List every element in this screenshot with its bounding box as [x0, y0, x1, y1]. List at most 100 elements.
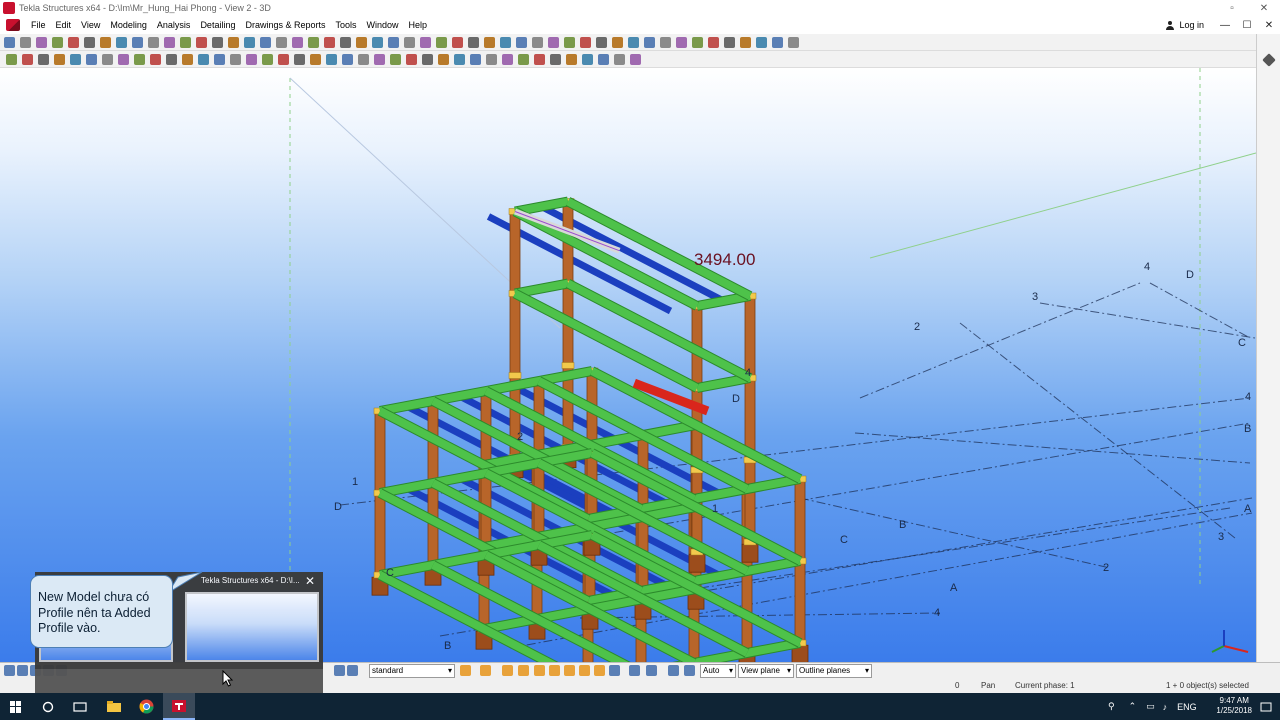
toolbar-tool-icon[interactable]: [486, 54, 497, 65]
toolbar-tool-icon[interactable]: [500, 37, 511, 48]
toolbar-tool-icon[interactable]: [628, 37, 639, 48]
toolbar-tool-icon[interactable]: [198, 54, 209, 65]
toolbar-tool-icon[interactable]: [484, 37, 495, 48]
toolbar-tool-icon[interactable]: [676, 37, 687, 48]
toolbar-tool-icon[interactable]: [438, 54, 449, 65]
toolbar-tool-icon[interactable]: [388, 37, 399, 48]
bottom-toolbar-icon[interactable]: [594, 665, 605, 676]
toolbar-tool-icon[interactable]: [580, 37, 591, 48]
minimize-icon[interactable]: —: [1214, 16, 1236, 34]
toolbar-tool-icon[interactable]: [756, 37, 767, 48]
toolbar-tool-icon[interactable]: [86, 54, 97, 65]
bottom-toolbar-icon[interactable]: [4, 665, 15, 676]
tekla-taskbar-button[interactable]: [163, 693, 195, 720]
toolbar-tool-icon[interactable]: [374, 54, 385, 65]
toolbar-tool-icon[interactable]: [102, 54, 113, 65]
search-button[interactable]: [32, 693, 64, 720]
toolbar-tool-icon[interactable]: [598, 54, 609, 65]
menu-drawings-reports[interactable]: Drawings & Reports: [240, 16, 330, 34]
toolbar-tool-icon[interactable]: [310, 54, 321, 65]
bottom-toolbar-icon[interactable]: [334, 665, 345, 676]
toolbar-tool-icon[interactable]: [292, 37, 303, 48]
toolbar-tool-icon[interactable]: [660, 37, 671, 48]
menu-tools[interactable]: Tools: [331, 16, 362, 34]
menu-window[interactable]: Window: [362, 16, 404, 34]
toolbar-tool-icon[interactable]: [262, 54, 273, 65]
toolbar-tool-icon[interactable]: [644, 37, 655, 48]
toolbar-tool-icon[interactable]: [788, 37, 799, 48]
menu-analysis[interactable]: Analysis: [152, 16, 196, 34]
toolbar-tool-icon[interactable]: [84, 37, 95, 48]
login-button[interactable]: Log in: [1166, 20, 1204, 30]
bottom-toolbar-icon[interactable]: [646, 665, 657, 676]
toolbar-tool-icon[interactable]: [214, 54, 225, 65]
task-view-button[interactable]: [64, 693, 96, 720]
bottom-toolbar-icon[interactable]: [668, 665, 679, 676]
toolbar-tool-icon[interactable]: [436, 37, 447, 48]
bottom-toolbar-icon[interactable]: [347, 665, 358, 676]
close-icon[interactable]: ✕: [1252, 0, 1276, 16]
toolbar-tool-icon[interactable]: [308, 37, 319, 48]
toolbar-tool-icon[interactable]: [772, 37, 783, 48]
bottom-toolbar-icon[interactable]: [629, 665, 640, 676]
bottom-toolbar-icon[interactable]: [460, 665, 471, 676]
bottom-toolbar-icon[interactable]: [609, 665, 620, 676]
menu-edit[interactable]: Edit: [51, 16, 77, 34]
menu-file[interactable]: File: [26, 16, 51, 34]
toolbar-tool-icon[interactable]: [582, 54, 593, 65]
outline-mode-dropdown[interactable]: Outline planes ▾: [796, 664, 872, 678]
toolbar-tool-icon[interactable]: [38, 54, 49, 65]
toolbar-tool-icon[interactable]: [356, 37, 367, 48]
toolbar-tool-icon[interactable]: [518, 54, 529, 65]
toolbar-tool-icon[interactable]: [4, 37, 15, 48]
bottom-toolbar-icon[interactable]: [549, 665, 560, 676]
toolbar-tool-icon[interactable]: [212, 37, 223, 48]
toolbar-tool-icon[interactable]: [566, 54, 577, 65]
toolbar-tool-icon[interactable]: [100, 37, 111, 48]
toolbar-tool-icon[interactable]: [54, 54, 65, 65]
toolbar-tool-icon[interactable]: [372, 37, 383, 48]
plane-mode-dropdown[interactable]: View plane ▾: [738, 664, 794, 678]
toolbar-tool-icon[interactable]: [36, 37, 47, 48]
toolbar-tool-icon[interactable]: [278, 54, 289, 65]
window-thumbnail-2[interactable]: [185, 592, 319, 662]
menu-view[interactable]: View: [76, 16, 105, 34]
toolbar-tool-icon[interactable]: [276, 37, 287, 48]
snap-mode-dropdown[interactable]: Auto ▾: [700, 664, 736, 678]
bottom-toolbar-icon[interactable]: [17, 665, 28, 676]
toolbar-tool-icon[interactable]: [532, 37, 543, 48]
selection-filter-dropdown[interactable]: standard ▾: [369, 664, 455, 678]
toolbar-tool-icon[interactable]: [246, 54, 257, 65]
toolbar-tool-icon[interactable]: [22, 54, 33, 65]
chevron-up-icon[interactable]: ⌃: [1129, 701, 1137, 712]
toolbar-tool-icon[interactable]: [452, 37, 463, 48]
file-explorer-button[interactable]: [98, 693, 130, 720]
toolbar-tool-icon[interactable]: [132, 37, 143, 48]
toolbar-tool-icon[interactable]: [230, 54, 241, 65]
restore-icon[interactable]: ▫: [1220, 0, 1244, 16]
toolbar-tool-icon[interactable]: [454, 54, 465, 65]
toolbar-tool-icon[interactable]: [502, 54, 513, 65]
toolbar-tool-icon[interactable]: [406, 54, 417, 65]
start-button[interactable]: [0, 693, 32, 720]
toolbar-tool-icon[interactable]: [692, 37, 703, 48]
people-icon[interactable]: ⚲: [1108, 701, 1115, 712]
toolbar-tool-icon[interactable]: [196, 37, 207, 48]
menu-detailing[interactable]: Detailing: [195, 16, 240, 34]
toolbar-tool-icon[interactable]: [596, 37, 607, 48]
toolbar-tool-icon[interactable]: [164, 37, 175, 48]
menu-modeling[interactable]: Modeling: [105, 16, 152, 34]
toolbar-tool-icon[interactable]: [420, 37, 431, 48]
bottom-toolbar-icon[interactable]: [534, 665, 545, 676]
side-panel-cube-icon[interactable]: [1262, 53, 1276, 67]
notification-button[interactable]: [1252, 693, 1280, 720]
toolbar-tool-icon[interactable]: [468, 37, 479, 48]
toolbar-tool-icon[interactable]: [740, 37, 751, 48]
toolbar-tool-icon[interactable]: [20, 37, 31, 48]
toolbar-tool-icon[interactable]: [390, 54, 401, 65]
toolbar-tool-icon[interactable]: [404, 37, 415, 48]
network-icon[interactable]: ▭: [1146, 701, 1155, 712]
volume-icon[interactable]: ♪: [1163, 702, 1168, 712]
toolbar-tool-icon[interactable]: [564, 37, 575, 48]
toolbar-tool-icon[interactable]: [118, 54, 129, 65]
